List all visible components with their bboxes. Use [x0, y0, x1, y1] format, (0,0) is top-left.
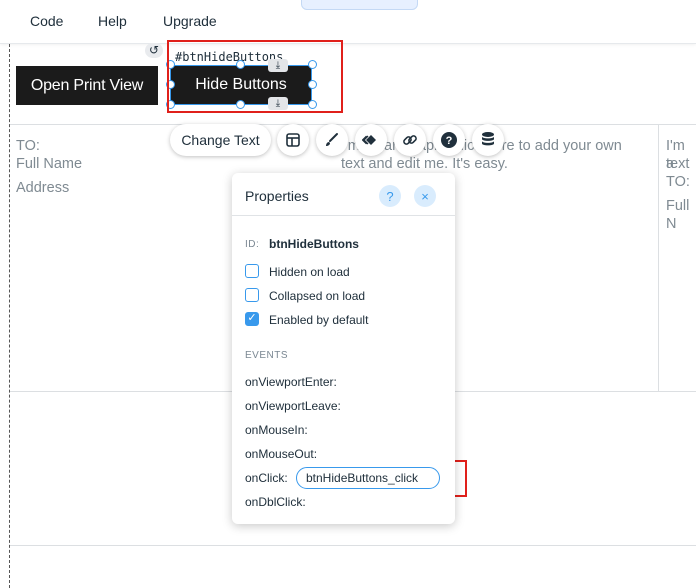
enabled-by-default-label: Enabled by default	[269, 313, 369, 327]
event-onviewportleave[interactable]: onViewportLeave:	[245, 399, 341, 413]
animation-icon[interactable]	[355, 124, 387, 156]
divider	[232, 215, 455, 216]
layout-icon[interactable]	[277, 124, 309, 156]
menu-upgrade[interactable]: Upgrade	[163, 13, 217, 29]
help-icon[interactable]: ?	[379, 185, 401, 207]
event-ondblclick[interactable]: onDblClick:	[245, 495, 306, 509]
address-line-label: Address	[16, 180, 70, 196]
paragraph-text: text	[666, 156, 690, 172]
address-to-label: TO:	[666, 174, 690, 190]
section-divider	[10, 545, 696, 546]
collapsed-on-load-checkbox[interactable]	[245, 288, 259, 302]
close-icon[interactable]: ×	[414, 185, 436, 207]
id-value[interactable]: btnHideButtons	[269, 237, 359, 251]
link-icon[interactable]	[394, 124, 426, 156]
page-margin-guide	[9, 44, 10, 588]
onclick-handler-input[interactable]: btnHideButtons_click	[296, 467, 440, 489]
menu-code[interactable]: Code	[30, 13, 63, 29]
highlight-box	[167, 40, 343, 113]
hidden-on-load-checkbox[interactable]	[245, 264, 259, 278]
column-divider	[658, 124, 659, 392]
event-onmousein[interactable]: onMouseIn:	[245, 423, 308, 437]
help-icon[interactable]: ?	[433, 124, 465, 156]
event-onclick[interactable]: onClick:	[245, 471, 288, 485]
database-icon[interactable]	[472, 124, 504, 156]
properties-panel: Properties ? × ID: btnHideButtons Hidden…	[232, 173, 455, 524]
chevron-up-icon: ^	[355, 0, 361, 5]
undo-icon[interactable]: ↺	[145, 43, 163, 58]
enabled-by-default-checkbox[interactable]: ✓	[245, 312, 259, 326]
id-label: ID:	[245, 239, 260, 250]
change-text-button[interactable]: Change Text	[170, 124, 271, 156]
menu-help[interactable]: Help	[98, 13, 127, 29]
paragraph-text: text and edit me. It's easy.	[341, 156, 508, 172]
event-onmouseout[interactable]: onMouseOut:	[245, 447, 317, 461]
hidden-on-load-label: Hidden on load	[269, 265, 350, 279]
address-to-label: TO:	[16, 138, 40, 154]
panel-title: Properties	[245, 188, 309, 204]
section-divider	[10, 124, 696, 125]
address-name-label: Full Name	[16, 156, 83, 172]
collapse-tab[interactable]: ^	[301, 0, 418, 10]
collapsed-on-load-label: Collapsed on load	[269, 289, 366, 303]
top-menu-bar: Code Help Upgrade ^	[0, 0, 696, 44]
brush-icon[interactable]	[316, 124, 348, 156]
event-onviewportenter[interactable]: onViewportEnter:	[245, 375, 337, 389]
events-heading: EVENTS	[245, 350, 289, 361]
address-name-label: Full N	[666, 198, 690, 232]
open-print-view-button[interactable]: Open Print View	[16, 66, 158, 105]
svg-text:?: ?	[446, 135, 453, 147]
